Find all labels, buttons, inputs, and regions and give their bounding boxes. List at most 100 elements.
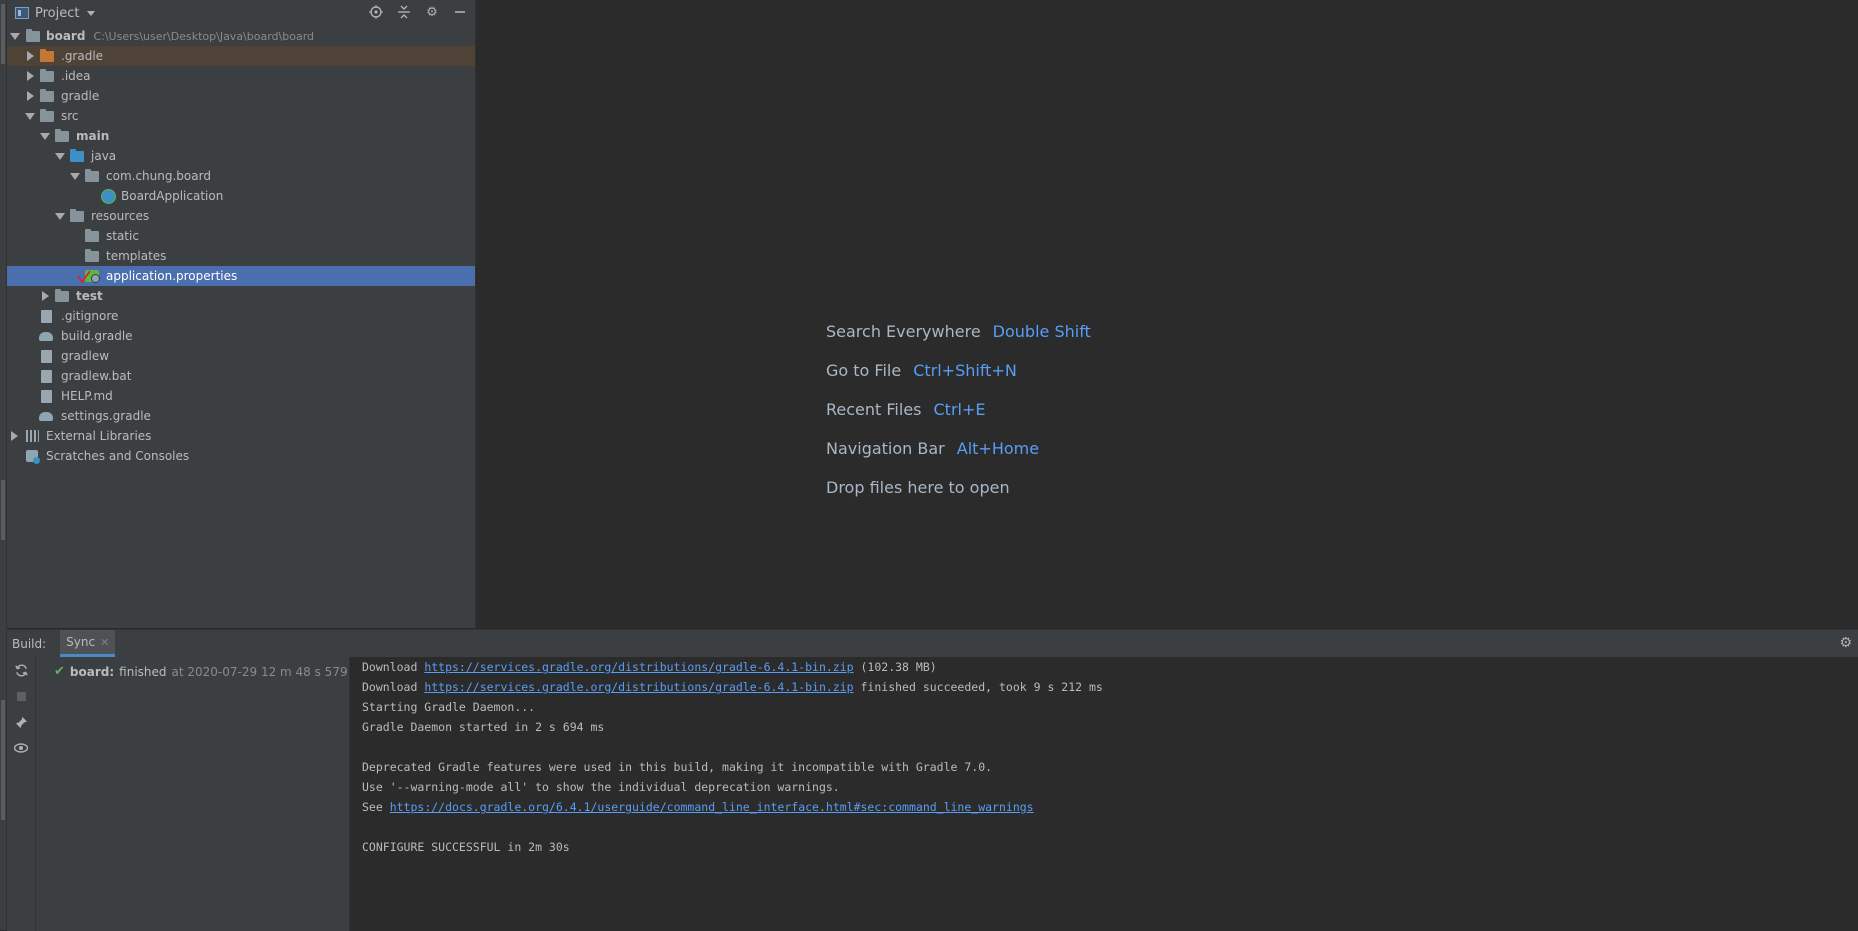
console-line: Download https://services.gradle.org/dis… [362, 657, 937, 677]
expand-arrow-icon[interactable] [10, 32, 20, 40]
gear-icon[interactable]: ⚙ [1839, 635, 1852, 651]
tree-item-scratches[interactable]: Scratches and Consoles [7, 446, 475, 466]
refresh-icon[interactable] [7, 657, 35, 683]
tree-item-help-md[interactable]: HELP.md [7, 386, 475, 406]
stop-icon[interactable] [7, 683, 35, 709]
console-line: Starting Gradle Daemon... [362, 700, 536, 714]
collapse-all-icon[interactable] [395, 3, 413, 21]
tree-item-label: templates [106, 249, 167, 263]
close-icon[interactable]: ✕ [100, 636, 109, 649]
hint-label: Go to File [826, 361, 902, 380]
tree-item-gradlew-bat[interactable]: gradlew.bat [7, 366, 475, 386]
tree-item-static[interactable]: static [7, 226, 475, 246]
tree-item-java[interactable]: java [7, 146, 475, 166]
build-tree-item-board[interactable]: ✔ board: finished at 2020-07-29 12 m 48 … [54, 664, 369, 679]
tree-item-gradle[interactable]: gradle [7, 86, 475, 106]
tree-item-label: BoardApplication [121, 189, 224, 203]
project-panel: Project ⚙ board C:\Users\user\Desktop\Jav… [7, 0, 476, 628]
tree-item-gradle-hidden[interactable]: .gradle [7, 46, 475, 66]
locate-icon[interactable] [367, 3, 385, 21]
package-icon [85, 168, 99, 182]
favorites-tool-tab[interactable] [1, 700, 5, 820]
folder-icon [85, 248, 99, 262]
tree-item-label: test [76, 289, 103, 303]
console-link[interactable]: https://services.gradle.org/distribution… [424, 660, 853, 674]
expand-arrow-icon[interactable] [55, 212, 65, 220]
project-tool-tab[interactable] [1, 4, 5, 64]
hint-drop-files: Drop files here to open [826, 468, 1091, 507]
red-check-annotation-icon [77, 270, 91, 284]
tree-item-label: gradle [61, 89, 100, 103]
tree-item-main[interactable]: main [7, 126, 475, 146]
source-folder-icon [70, 148, 84, 162]
success-check-icon: ✔ [54, 664, 65, 679]
tree-item-label: .idea [61, 69, 91, 83]
editor-area[interactable] [476, 0, 1858, 628]
folder-icon [40, 88, 54, 102]
build-console[interactable]: Download https://services.gradle.org/dis… [350, 657, 1858, 931]
expand-arrow-icon[interactable] [27, 51, 34, 61]
hint-label: Search Everywhere [826, 322, 981, 341]
markdown-file-icon [41, 389, 52, 403]
module-folder-icon [26, 28, 40, 42]
tree-item-label: static [106, 229, 139, 243]
expand-arrow-icon[interactable] [42, 291, 49, 301]
tree-item-board[interactable]: board C:\Users\user\Desktop\Java\board\bo… [7, 26, 475, 46]
expand-arrow-icon[interactable] [11, 431, 18, 441]
excluded-folder-icon [40, 48, 54, 62]
console-text: Download [362, 660, 425, 674]
hint-shortcut: Ctrl+Shift+N [913, 361, 1017, 380]
console-link[interactable]: https://services.gradle.org/distribution… [424, 680, 853, 694]
hint-recent-files: Recent Files Ctrl+E [826, 390, 1091, 429]
tree-item-settings-gradle[interactable]: settings.gradle [7, 406, 475, 426]
tab-sync-label: Sync [66, 635, 96, 649]
gear-icon[interactable]: ⚙ [423, 3, 441, 21]
console-text: finished succeeded, took 9 s 212 ms [853, 680, 1103, 694]
tree-item-label: build.gradle [61, 329, 133, 343]
tree-item-resources[interactable]: resources [7, 206, 475, 226]
expand-arrow-icon[interactable] [27, 91, 34, 101]
console-text: (102.38 MB) [853, 660, 937, 674]
project-icon [15, 7, 29, 19]
tree-item-build-gradle[interactable]: build.gradle [7, 326, 475, 346]
spring-class-icon [101, 188, 116, 204]
resources-folder-icon [70, 208, 84, 222]
console-line: Deprecated Gradle features were used in … [362, 760, 993, 774]
tree-item-label: gradlew [61, 349, 110, 363]
hint-shortcut: Double Shift [992, 322, 1091, 341]
tree-item-label: com.chung.board [106, 169, 211, 183]
pin-icon[interactable] [7, 709, 35, 735]
tree-item-test[interactable]: test [7, 286, 475, 306]
tree-item-label: .gitignore [61, 309, 119, 323]
tab-sync[interactable]: Sync ✕ [60, 630, 116, 657]
eye-icon[interactable] [7, 735, 35, 761]
expand-arrow-icon[interactable] [25, 112, 35, 120]
minimize-icon[interactable] [451, 3, 469, 21]
expand-arrow-icon[interactable] [70, 172, 80, 180]
tree-item-gitignore[interactable]: .gitignore [7, 306, 475, 326]
tree-item-package[interactable]: com.chung.board [7, 166, 475, 186]
project-view-selector[interactable]: Project [7, 6, 96, 21]
module-folder-icon [55, 128, 69, 142]
tree-item-label: settings.gradle [61, 409, 151, 423]
project-panel-header: Project ⚙ [7, 0, 475, 26]
tree-item-board-application[interactable]: BoardApplication [7, 186, 475, 206]
tree-item-templates[interactable]: templates [7, 246, 475, 266]
structure-tool-tab[interactable] [1, 480, 5, 540]
tree-item-external-libraries[interactable]: External Libraries [7, 426, 475, 446]
libraries-icon [26, 430, 39, 442]
expand-arrow-icon[interactable] [27, 71, 34, 81]
build-panel: Build: Sync ✕ ⚙ ✔ board: finished at 2020… [7, 629, 1858, 931]
expand-arrow-icon[interactable] [40, 132, 50, 140]
tree-item-idea[interactable]: .idea [7, 66, 475, 86]
tree-item-src[interactable]: src [7, 106, 475, 126]
expand-arrow-icon[interactable] [55, 152, 65, 160]
tree-item-gradlew[interactable]: gradlew [7, 346, 475, 366]
folder-icon [40, 68, 54, 82]
tree-item-label: main [76, 129, 110, 143]
console-link[interactable]: https://docs.gradle.org/6.4.1/userguide/… [390, 800, 1034, 814]
build-item-status: finished [119, 664, 167, 679]
tree-item-label: java [91, 149, 117, 163]
left-tool-strip [0, 0, 7, 930]
console-line: Download https://services.gradle.org/dis… [362, 677, 1103, 697]
